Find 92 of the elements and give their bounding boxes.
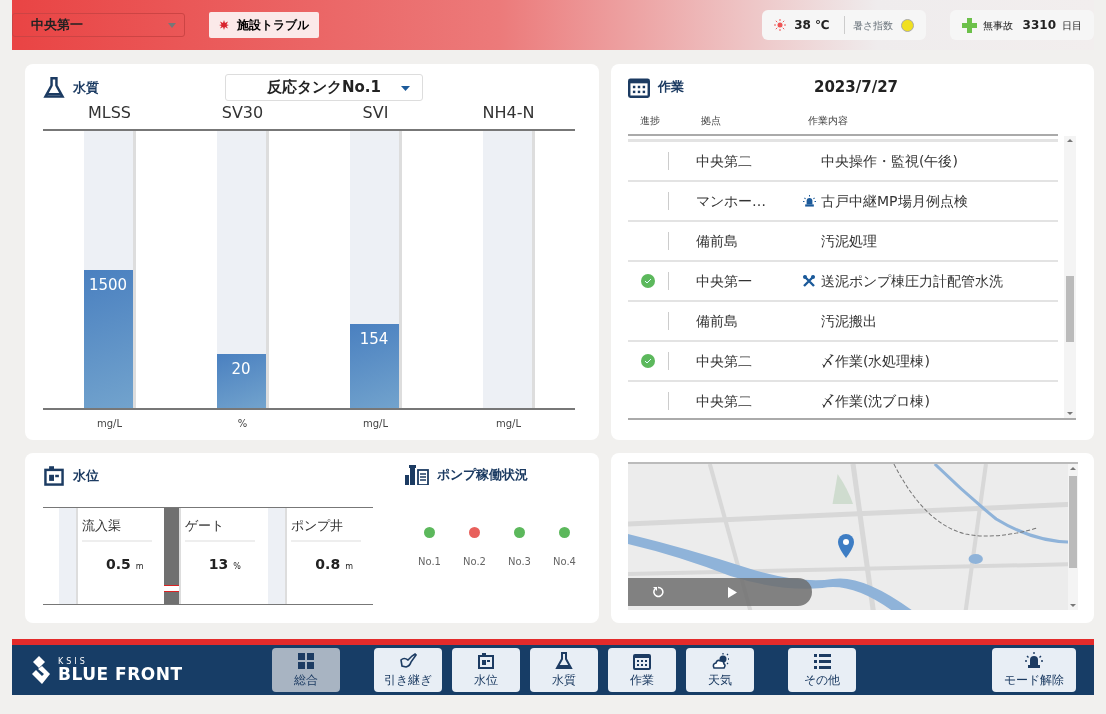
meter-label: MLSS [88,102,131,124]
row-site: 中央第一 [696,271,753,291]
calendar-icon [628,76,650,98]
row-task: 〆作業(水処理棟) [821,351,930,371]
unit-label: mg/L [97,417,122,431]
cross-icon [961,17,977,33]
column-header: 進捗 [639,113,661,128]
gauge-unit: % [233,561,241,571]
dropdown-value: 中央第一 [31,16,83,35]
scrollbar[interactable] [1064,136,1076,418]
sun-icon [774,19,787,31]
dropdown-value: 反応タンクNo.1 [267,77,381,99]
safety-label: 無事故 [982,18,1013,33]
panel-title: 水位 [73,467,99,486]
cloud-sun-icon [711,651,729,670]
row-site: 中央第二 [696,391,753,411]
gauge-value: 13 [208,555,229,572]
meter-value: 1500 [87,274,129,296]
row-site: 中央第二 [696,351,753,371]
star-burst-icon [219,20,229,30]
caret-icon [168,22,176,28]
tank-icon [43,465,65,487]
date-label: 2023/7/27 [814,76,899,98]
caret-icon [401,86,410,91]
calendar-icon [633,651,651,670]
flask-icon [555,651,573,670]
row-site: 備前島 [696,311,739,331]
nav-button[interactable]: その他 [788,648,856,692]
gauge-label: ポンプ井 [291,508,362,542]
days-unit: 日目 [1062,18,1082,33]
gauge-unit: m [345,561,353,571]
gauge-label: 流入渠 [82,508,152,542]
logo-subtitle: KSIS [58,657,89,666]
flask-icon [43,76,65,99]
list-icon [813,651,831,670]
meter-label: NH4-N [482,102,535,124]
nav-button[interactable]: 水位 [452,648,520,692]
pump-icon [405,465,429,485]
panel-title: 水質 [73,78,99,97]
check-icon [644,278,652,284]
nav-button[interactable]: 引き継ぎ [374,648,442,692]
row-task: 中央操作・監視(午後) [821,151,958,171]
meter-value: 154 [358,328,390,350]
grid-icon [297,651,315,670]
site-dropdown[interactable]: 中央第一 [12,13,185,37]
heat-index-label: 暑さ指数 [852,18,893,33]
gauge-value: 0.5 [106,555,131,572]
beacon-icon [1025,651,1043,670]
meter-label: SVI [362,102,389,124]
map-pin-icon [838,534,854,558]
nav-button[interactable]: 作業 [608,648,676,692]
pump-label: No.1 [418,556,441,567]
unit-label: % [237,417,248,431]
temperature-value: 38 ℃ [794,17,830,34]
check-icon [644,358,652,364]
safety-count: 3310 [1022,17,1056,34]
nav-button[interactable]: 天気 [686,648,754,692]
unit-label: mg/L [363,417,388,431]
gauge-value: 0.8 [315,555,341,572]
row-task: 古戸中継MP場月例点検 [821,191,968,211]
tank-dropdown[interactable]: 反応タンクNo.1 [225,74,423,101]
row-task: 送泥ポンプ棟圧力計配管水洗 [821,271,1003,291]
column-header: 作業内容 [808,113,849,128]
alert-button[interactable]: 施設トラブル [209,12,319,38]
play-icon[interactable] [728,586,737,598]
row-site: 中央第二 [696,151,753,171]
beacon-icon [803,194,816,208]
tools-icon [803,275,815,287]
panel-title: 作業 [658,78,684,97]
row-site: マンホー… [696,191,767,211]
mode-release-button[interactable]: モード解除 [992,648,1076,692]
panel-title: ポンプ稼働状況 [437,466,528,485]
column-header: 拠点 [701,113,722,128]
logo-icon [30,656,52,684]
replay-icon[interactable] [652,586,664,598]
scrollbar[interactable] [1068,464,1078,610]
gauge-unit: m [135,561,144,571]
row-task: 汚泥搬出 [821,311,877,331]
unit-label: mg/L [496,417,521,431]
row-site: 備前島 [696,231,739,251]
nav-button[interactable]: 水質 [530,648,598,692]
logo-text: BLUE FRONT [58,665,183,683]
meter-value: 20 [230,359,252,380]
pump-label: No.4 [553,556,576,567]
row-task: 〆作業(沈ブロ棟) [821,391,930,411]
meter-label: SV30 [221,102,264,124]
gauge-label: ゲート [184,508,255,542]
pump-label: No.2 [463,556,486,567]
row-task: 汚泥処理 [821,231,877,251]
tank-icon [477,651,495,670]
pump-label: No.3 [508,556,531,567]
nav-button[interactable]: 総合 [272,648,340,692]
